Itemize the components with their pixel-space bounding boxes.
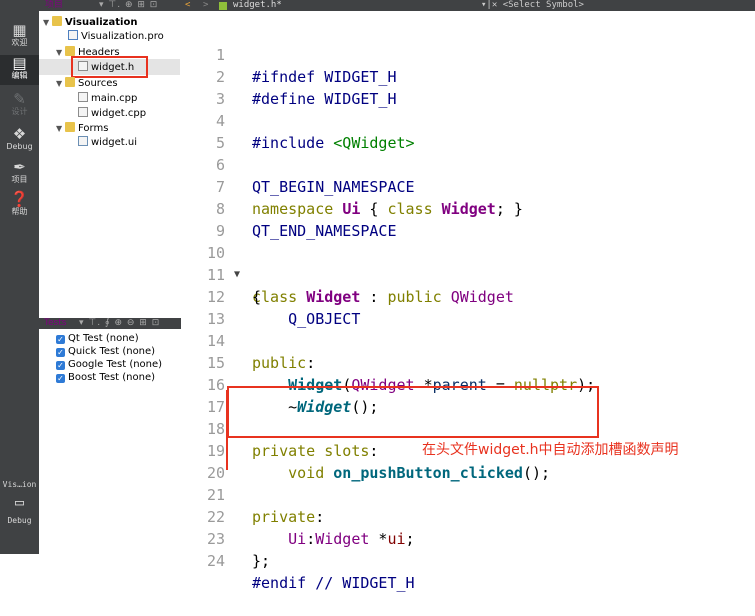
pro-file-icon [68, 30, 78, 40]
chevron-down-icon: ▼ [56, 79, 63, 88]
tests-pane-title: Tests [44, 318, 67, 328]
tests-pane-tools[interactable]: ▾ ⊤. ∮ ⊕ ⊖ ⊞ ⊡ [79, 318, 160, 329]
help-icon: ❓ [10, 190, 29, 208]
checkbox-checked-icon[interactable]: ✓ [56, 374, 65, 383]
forward-arrow-icon[interactable]: > [203, 0, 208, 11]
chevron-down-icon: ▼ [43, 18, 50, 27]
mode-help[interactable]: ❓ 帮助 [0, 191, 39, 221]
project-icon [52, 16, 62, 26]
kit-build-label: Debug [7, 516, 32, 525]
tree-source-file[interactable]: main.cpp [78, 92, 137, 105]
document-tab[interactable]: widget.h* [233, 0, 282, 11]
project-pane-tools[interactable]: ▾ ⊤. ⊕ ⊞ ⊡ [99, 0, 158, 11]
annotation-text: 在头文件widget.h中自动添加槽函数声明 [422, 442, 679, 458]
wrench-icon: ✒ [13, 158, 26, 176]
mode-design: ✎ 设计 [0, 91, 39, 121]
code-line: 3 [215, 90, 225, 108]
cpp-file-icon [78, 92, 88, 102]
code-line: 13 [206, 310, 225, 328]
checkbox-checked-icon[interactable]: ✓ [56, 361, 65, 370]
highlight-box [71, 56, 148, 78]
tests-pane-header: Tests ▾ ⊤. ∮ ⊕ ⊖ ⊞ ⊡ [39, 318, 181, 329]
checkbox-checked-icon[interactable]: ✓ [56, 348, 65, 357]
chevron-down-icon: ▼ [56, 124, 63, 133]
code-line: 1 #ifndef WIDGET_H [215, 46, 397, 86]
change-marker [226, 390, 228, 470]
tree-source-file[interactable]: widget.cpp [78, 107, 146, 120]
project-tree: ▼ Visualization Visualization.pro ▼ Header… [39, 11, 182, 316]
code-line: 7 namespace Ui { class Widget; } [215, 178, 523, 218]
mode-welcome[interactable]: ▦ 欢迎 [0, 22, 39, 52]
editor-toolbar: < > widget.h* ▾|✕ <Select Symbol> [181, 0, 755, 11]
code-line: 21 private: [206, 486, 325, 526]
tree-sources[interactable]: ▼ Sources [56, 77, 118, 90]
code-line: 2 #define WIDGET_H [215, 68, 397, 108]
code-line: 24 #endif // WIDGET_H [206, 552, 415, 592]
checkbox-checked-icon[interactable]: ✓ [56, 335, 65, 344]
cpp-file-icon [78, 107, 88, 117]
back-arrow-icon[interactable]: < [185, 0, 190, 11]
code-line: 16 ~Widget(); [206, 376, 379, 416]
code-line: 23 }; [206, 530, 271, 570]
tree-form-file[interactable]: widget.ui [78, 136, 137, 149]
tests-list: ✓ Qt Test (none) ✓ Quick Test (none) ✓ Goog… [39, 329, 182, 554]
mode-bar: ▦ 欢迎 ▤ 编辑 ✎ 设计 ❖ Debug ✒ 项目 ❓ 帮助 Vis…ion… [0, 0, 39, 554]
code-line: 15 Widget(QWidget *parent = nullptr); [206, 354, 596, 394]
code-editor[interactable]: 1 #ifndef WIDGET_H 2 #define WIDGET_H 3 … [181, 11, 755, 592]
tree-root[interactable]: ▼ Visualization [43, 16, 137, 29]
header-file-icon [219, 2, 227, 10]
test-item[interactable]: ✓ Quick Test (none) [56, 346, 155, 358]
kit-name: Vis…ion [2, 480, 37, 489]
folder-icon [65, 77, 75, 87]
chevron-down-icon: ▼ [56, 48, 63, 57]
symbol-selector[interactable]: ▾|✕ <Select Symbol> [481, 0, 584, 11]
test-item[interactable]: ✓ Google Test (none) [56, 359, 162, 371]
code-line: 5 [215, 134, 225, 152]
pencil-icon: ✎ [13, 90, 26, 108]
grid-icon: ▦ [12, 21, 27, 39]
code-line: 14 public: [206, 332, 316, 372]
code-line: 22 Ui:Widget *ui; [206, 508, 415, 548]
folder-icon [65, 122, 75, 132]
monitor-icon[interactable]: ▭ [0, 493, 39, 511]
ui-file-icon [78, 136, 88, 146]
code-line: 9 [215, 222, 225, 240]
folder-icon [65, 46, 75, 56]
tree-forms[interactable]: ▼ Forms [56, 122, 108, 135]
code-line: 11 { [206, 266, 262, 306]
test-item[interactable]: ✓ Boost Test (none) [56, 372, 155, 384]
tree-pro-file[interactable]: Visualization.pro [68, 30, 164, 43]
project-pane-title: 项目 [45, 0, 64, 10]
mode-edit[interactable]: ▤ 编辑 [0, 55, 39, 85]
code-line: 6 QT_BEGIN_NAMESPACE [215, 156, 415, 196]
code-line: 8 QT_END_NAMESPACE [215, 200, 397, 240]
edit-icon: ▤ [12, 54, 27, 72]
test-item[interactable]: ✓ Qt Test (none) [56, 333, 139, 345]
mode-debug[interactable]: ❖ Debug [0, 126, 39, 156]
code-line: 10 ▼ class Widget : public QWidget [206, 244, 514, 306]
bug-icon: ❖ [12, 125, 27, 143]
slot-highlight-box [227, 386, 599, 438]
code-line: 4 #include <QWidget> [215, 112, 415, 152]
code-line: 12 Q_OBJECT [206, 288, 361, 328]
project-pane-header: 项目 ▾ ⊤. ⊕ ⊞ ⊡ [39, 0, 181, 11]
mode-projects[interactable]: ✒ 项目 [0, 159, 39, 189]
